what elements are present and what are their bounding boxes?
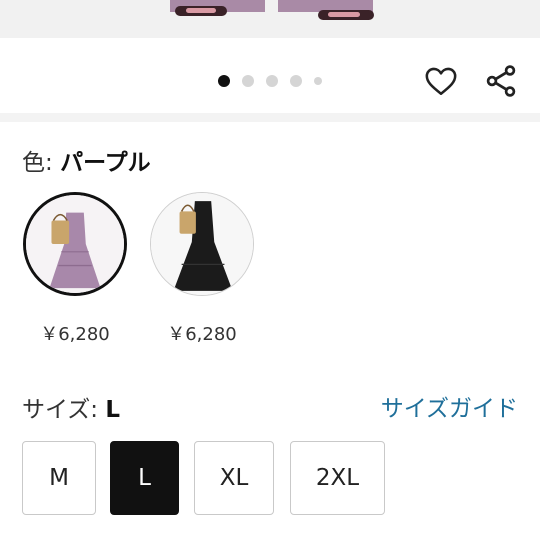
swatch-price: ￥6,280: [167, 324, 237, 345]
heart-icon[interactable]: [424, 64, 458, 98]
share-icon[interactable]: [483, 63, 519, 99]
carousel-dots: [0, 73, 540, 89]
size-option-m[interactable]: M: [22, 441, 96, 515]
black-dress-thumbnail: [151, 193, 253, 295]
color-swatch-purple[interactable]: [23, 192, 127, 296]
color-label: 色:: [22, 150, 61, 176]
size-label: サイズ:: [22, 397, 106, 423]
size-guide-link[interactable]: サイズガイド: [381, 389, 518, 423]
image-strap-right: [328, 12, 360, 17]
carousel-dot-4[interactable]: [290, 75, 302, 87]
section-divider: [0, 113, 540, 122]
product-image-bottom[interactable]: [0, 0, 540, 38]
color-value: パープル: [60, 150, 151, 176]
size-value: L: [105, 397, 121, 423]
image-strap-left: [186, 8, 216, 13]
color-selection-label: 色: パープル: [22, 143, 151, 177]
size-selection-label: サイズ: L: [22, 390, 120, 424]
carousel-dot-2[interactable]: [242, 75, 254, 87]
carousel-dot-3[interactable]: [266, 75, 278, 87]
carousel-dot-5[interactable]: [314, 77, 322, 85]
swatch-price: ￥6,280: [40, 324, 110, 345]
size-option-2xl[interactable]: 2XL: [290, 441, 385, 515]
color-swatch-black[interactable]: [150, 192, 254, 296]
purple-dress-thumbnail: [26, 195, 124, 293]
size-option-xl[interactable]: XL: [194, 441, 274, 515]
carousel-dot-1[interactable]: [218, 75, 230, 87]
size-option-l[interactable]: L: [110, 441, 179, 515]
